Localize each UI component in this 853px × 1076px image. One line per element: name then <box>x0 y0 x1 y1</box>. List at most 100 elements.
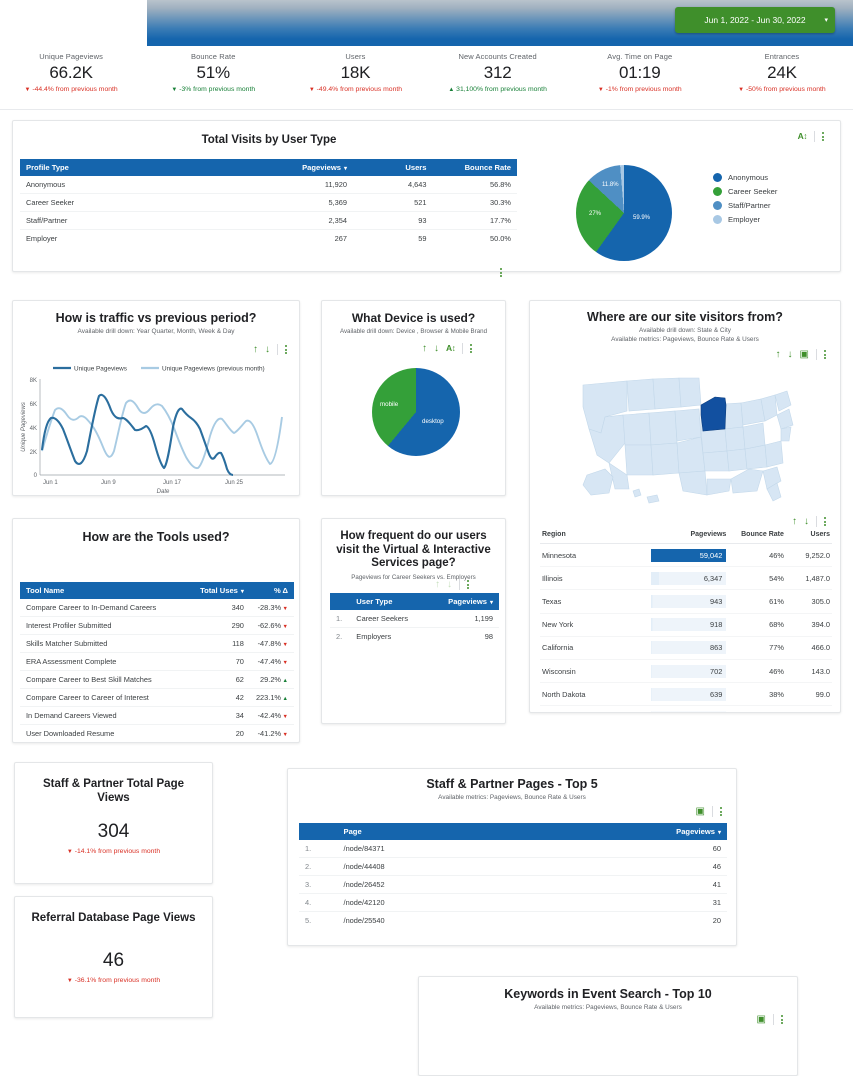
table-row[interactable]: Colorado54462%171.0 <box>540 706 832 713</box>
column-header-bounce-rate[interactable]: Bounce Rate <box>726 531 784 538</box>
kpi-value: 18K <box>284 63 426 83</box>
table-row[interactable]: Compare Career to Career of Interest4222… <box>20 689 294 707</box>
table-row[interactable]: 1./node/8437160 <box>299 840 727 858</box>
table-row[interactable]: Interest Profiler Submitted290-62.6% ▼ <box>20 617 294 635</box>
column-header-page[interactable]: Page <box>338 823 633 840</box>
sort-descending-icon[interactable]: ↓ <box>434 344 439 354</box>
sort-descending-icon[interactable]: ↓ <box>265 345 270 355</box>
date-range-picker[interactable]: Jun 1, 2022 - Jun 30, 2022 ▾ <box>675 7 835 33</box>
kpi-label: Entrances <box>711 52 853 61</box>
export-chart-icon[interactable]: ▣ <box>800 350 809 360</box>
cell-tool-name: User Downloaded Resume <box>20 725 190 743</box>
column-header-users[interactable]: Users <box>784 531 830 538</box>
map-state-minnesota[interactable] <box>701 397 726 431</box>
table-row[interactable]: Staff/Partner 2,354 93 17.7% <box>20 212 517 230</box>
table-row[interactable]: Minnesota59,04246%9,252.0 <box>540 544 832 567</box>
table-row[interactable]: In Demand Careers Viewed34-42.4% ▼ <box>20 707 294 725</box>
total-visits-table-more-options-icon[interactable] <box>500 268 502 277</box>
table-row[interactable]: Compare Career to Best Skill Matches6229… <box>20 671 294 689</box>
pie-label-staff-partner: 11.8% <box>602 182 619 188</box>
table-row[interactable]: Skills Matcher Submitted118-47.8% ▼ <box>20 635 294 653</box>
table-row[interactable]: 2. Employers 98 <box>330 628 499 646</box>
cell-profile-type: Anonymous <box>20 176 244 194</box>
column-header-region[interactable]: Region <box>542 531 651 538</box>
cell-pageviews: 863 <box>651 641 726 654</box>
column-header-pageviews[interactable]: Pageviews▾ <box>633 823 727 840</box>
region-table-more-options-icon[interactable] <box>824 517 826 526</box>
sort-ascending-icon[interactable]: ↑ <box>776 350 781 360</box>
kpi-card[interactable]: New Accounts Created 312 ▲ 31,100% from … <box>427 52 569 106</box>
sort-descending-icon[interactable]: ↓ <box>788 350 793 360</box>
table-row[interactable]: Anonymous 11,920 4,643 56.8% <box>20 176 517 194</box>
sort-ascending-icon[interactable]: ↑ <box>422 344 427 354</box>
frequency-more-options-icon[interactable] <box>467 580 469 589</box>
user-type-pie-chart[interactable]: 59.9% 27% 11.8% <box>576 165 684 261</box>
column-header-pageviews[interactable]: Pageviews <box>651 531 726 538</box>
table-row[interactable]: North Dakota63938%99.0 <box>540 683 832 706</box>
table-row[interactable]: Wisconsin70246%143.0 <box>540 660 832 683</box>
table-row[interactable]: Employer 267 59 50.0% <box>20 230 517 248</box>
svg-text:Jun 9: Jun 9 <box>101 480 116 486</box>
sort-alpha-icon[interactable]: A↕ <box>446 344 455 353</box>
kpi-card[interactable]: Entrances 24K ▼ -50% from previous month <box>711 52 853 106</box>
column-header-pageviews[interactable]: Pageviews▾ <box>438 593 499 610</box>
sort-ascending-icon[interactable]: ↑ <box>253 345 258 355</box>
column-header-bounce-rate[interactable]: Bounce Rate <box>432 159 517 176</box>
device-toolbar: ↑ ↓ A↕ <box>422 343 472 354</box>
sort-ascending-icon[interactable]: ↑ <box>435 580 440 590</box>
column-header-pageviews[interactable]: Pageviews▾ <box>244 159 353 176</box>
traffic-line-chart[interactable]: Unique Pageviews Unique Pageviews (previ… <box>13 361 301 496</box>
kpi-delta: ▼ -50% from previous month <box>711 86 853 93</box>
column-header-pct-delta[interactable]: % Δ <box>250 582 294 599</box>
keywords-more-options-icon[interactable] <box>781 1015 783 1024</box>
table-row[interactable]: Texas94361%305.0 <box>540 590 832 613</box>
table-row[interactable]: Compare Career to In-Demand Careers340-2… <box>20 599 294 617</box>
sort-ascending-icon[interactable]: ↑ <box>792 517 797 527</box>
table-row[interactable]: Career Seeker 5,369 521 30.3% <box>20 194 517 212</box>
column-header-tool-name[interactable]: Tool Name <box>20 582 190 599</box>
kpi-card[interactable]: Avg. Time on Page 01:19 ▼ -1% from previ… <box>569 52 711 106</box>
column-header-profile-type[interactable]: Profile Type <box>20 159 244 176</box>
table-row[interactable]: 5./node/2554020 <box>299 912 727 930</box>
cell-region: North Dakota <box>542 690 651 699</box>
column-header-users[interactable]: Users <box>353 159 433 176</box>
table-row[interactable]: 3./node/2645241 <box>299 876 727 894</box>
table-row[interactable]: 1. Career Seekers 1,199 <box>330 610 499 628</box>
total-visits-chart-more-options-icon[interactable] <box>822 132 824 141</box>
table-row[interactable]: User Downloaded Resume20-41.2% ▼ <box>20 725 294 743</box>
column-header-user-type[interactable]: User Type <box>350 593 438 610</box>
table-row[interactable]: Illinois6,34754%1,487.0 <box>540 567 832 590</box>
visitors-map-more-options-icon[interactable] <box>824 350 826 359</box>
legend-item-anonymous[interactable]: Anonymous <box>713 173 777 182</box>
cell-pageviews: 6,347 <box>651 572 726 585</box>
export-chart-icon[interactable]: ▣ <box>696 807 705 817</box>
sort-descending-icon[interactable]: ↓ <box>804 517 809 527</box>
sort-descending-icon[interactable]: ↓ <box>447 580 452 590</box>
us-choropleth-map[interactable] <box>575 371 801 511</box>
legend-item-career-seeker[interactable]: Career Seeker <box>713 187 777 196</box>
kpi-card[interactable]: Users 18K ▼ -49.4% from previous month <box>284 52 426 106</box>
staff-pages-more-options-icon[interactable] <box>720 807 722 816</box>
svg-text:Jun 25: Jun 25 <box>225 480 244 486</box>
sort-alpha-icon[interactable]: A↕ <box>798 132 807 141</box>
table-row[interactable]: New York91868%394.0 <box>540 614 832 637</box>
legend-item-employer[interactable]: Employer <box>713 215 777 224</box>
traffic-more-options-icon[interactable] <box>285 345 287 354</box>
cell-pageviews: 267 <box>244 230 353 248</box>
legend-item-staff-partner[interactable]: Staff/Partner <box>713 201 777 210</box>
device-more-options-icon[interactable] <box>470 344 472 353</box>
device-pie-chart[interactable]: desktop mobile <box>372 368 460 456</box>
toolbar-separator <box>816 516 817 527</box>
table-row[interactable]: 4./node/4212031 <box>299 894 727 912</box>
frequency-title: How frequent do our users visit the Virt… <box>322 519 505 571</box>
kpi-card[interactable]: Unique Pageviews 66.2K ▼ -44.4% from pre… <box>0 52 142 106</box>
cell-tool-name: ERA Assessment Complete <box>20 653 190 671</box>
staff-total-delta: ▼ -14.1% from previous month <box>15 848 212 855</box>
kpi-card[interactable]: Bounce Rate 51% ▼ -3% from previous mont… <box>142 52 284 106</box>
trend-up-icon: ▲ <box>448 87 454 93</box>
table-row[interactable]: California86377%466.0 <box>540 637 832 660</box>
export-chart-icon[interactable]: ▣ <box>757 1015 766 1025</box>
table-row[interactable]: ERA Assessment Complete70-47.4% ▼ <box>20 653 294 671</box>
table-row[interactable]: 2./node/4440846 <box>299 858 727 876</box>
column-header-total-uses[interactable]: Total Uses▾ <box>190 582 250 599</box>
